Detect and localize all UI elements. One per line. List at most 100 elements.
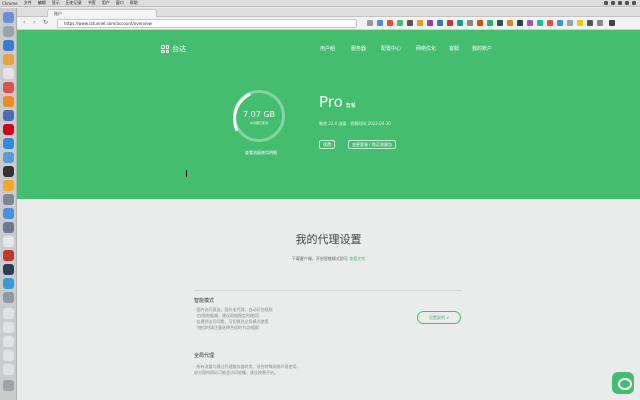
chrome-icon[interactable] [3, 54, 14, 65]
extension-icon[interactable] [387, 20, 393, 26]
bookmark-star-icon[interactable] [367, 20, 373, 26]
menubar-item[interactable]: 帮助 [130, 0, 138, 6]
app-icon[interactable] [3, 180, 14, 191]
folder-icon[interactable] [3, 308, 14, 319]
section-title: 我的代理设置 [295, 233, 362, 246]
nav-item[interactable]: 客服 [449, 45, 459, 52]
menu-icon[interactable] [609, 20, 615, 26]
extension-icon[interactable] [517, 20, 523, 26]
app-icon[interactable] [3, 222, 14, 233]
calendar-icon[interactable] [3, 68, 14, 79]
app-icon[interactable] [3, 194, 14, 205]
setting-text-smart: · 国内访问直连，国外走代理，自动识别规则 （仅限电脑端，建议网络稳定时使用） … [194, 307, 273, 330]
usage-detail-link[interactable]: 查看流量使用明细 [231, 150, 291, 156]
menubar-item[interactable]: 编辑 [38, 0, 46, 6]
status-icon[interactable] [632, 1, 636, 5]
menubar-item[interactable]: 书签 [88, 0, 96, 6]
extension-icon[interactable] [447, 20, 453, 26]
menubar-item[interactable]: 显示 [52, 0, 60, 6]
menubar-item[interactable]: Chrome [2, 1, 18, 6]
extension-icon[interactable] [407, 20, 413, 26]
nav-item[interactable]: 配置中心 [381, 45, 401, 52]
extension-icon[interactable] [557, 20, 563, 26]
folder-icon[interactable] [3, 364, 14, 375]
address-bar[interactable]: https://www.iatunnel.com/account/overvie… [57, 19, 357, 28]
extension-icon[interactable] [397, 20, 403, 26]
nav-item[interactable]: 用户组 [320, 45, 335, 52]
app-icon[interactable] [3, 208, 14, 219]
nav-item[interactable]: 服务器 [351, 45, 366, 52]
extension-icon[interactable] [587, 20, 593, 26]
chat-support-icon[interactable] [612, 372, 634, 394]
app-icon[interactable] [3, 236, 14, 247]
folder-icon[interactable] [3, 322, 14, 333]
plan-meta: 剩余 23.0 流量 · 到期时间 2022-04-30 [319, 121, 391, 126]
menubar-item[interactable]: 窗口 [116, 0, 124, 6]
docs-link[interactable]: 查看文档 [349, 256, 365, 261]
nav-item-my-account[interactable]: 我的账户 [472, 45, 492, 52]
forward-arrow-icon[interactable]: › [33, 20, 35, 26]
extension-icon[interactable] [507, 20, 513, 26]
extension-icon[interactable] [547, 20, 553, 26]
app-icon[interactable] [3, 96, 14, 107]
safari-icon[interactable] [3, 40, 14, 51]
menubar-item[interactable]: 文件 [24, 0, 32, 6]
extension-icon[interactable] [527, 20, 533, 26]
extension-icon[interactable] [477, 20, 483, 26]
extension-icon[interactable] [497, 20, 503, 26]
site-logo[interactable]: 台达 [161, 44, 186, 54]
app-icon[interactable] [3, 292, 14, 303]
extension-icon[interactable] [417, 20, 423, 26]
extension-icon[interactable] [437, 20, 443, 26]
menubar-item[interactable]: 用户 [102, 0, 110, 6]
app-icon[interactable] [3, 124, 14, 135]
app-icon[interactable] [3, 152, 14, 163]
app-icon[interactable] [3, 138, 14, 149]
plan-name: Pro [319, 93, 343, 111]
tab-title: 账户 [54, 11, 62, 16]
logo-text: 台达 [172, 45, 186, 53]
setting-help-button[interactable]: 设置说明 ∨ [417, 311, 461, 324]
extension-icon[interactable] [457, 20, 463, 26]
status-icon[interactable] [604, 1, 608, 5]
extension-icon[interactable] [487, 20, 493, 26]
extension-icon[interactable] [537, 20, 543, 26]
change-plan-button[interactable]: 变更套餐 / 购买流量包 [348, 140, 396, 149]
extension-icon[interactable] [597, 20, 603, 26]
setting-title-smart: 智能模式 [194, 298, 215, 304]
mouse-cursor [186, 170, 189, 177]
url-text: https://www.iatunnel.com/account/overvie… [64, 21, 152, 26]
nav-item[interactable]: 网络优化 [416, 45, 436, 52]
renew-button[interactable]: 续费 [319, 140, 335, 149]
folder-icon[interactable] [3, 336, 14, 347]
extension-icon[interactable] [467, 20, 473, 26]
browser-tab[interactable]: 账户 [47, 9, 157, 17]
browser-tabbar: 账户 [17, 8, 640, 17]
usage-ring: 7.07 GB 本周期已使用 [233, 90, 285, 142]
trash-icon[interactable] [3, 380, 14, 391]
finder-icon[interactable] [3, 12, 14, 23]
setting-text-global: · 所有流量均通过代理服务器转发，适合特殊网络环境使用， 部分国内网站可能会访问… [194, 364, 301, 375]
extension-icon[interactable] [427, 20, 433, 26]
extension-icon[interactable] [577, 20, 583, 26]
app-icon[interactable] [3, 250, 14, 261]
app-icon[interactable] [3, 264, 14, 275]
app-icon[interactable] [3, 110, 14, 121]
setting-title-global: 全局代理 [194, 353, 215, 359]
app-icon[interactable] [3, 82, 14, 93]
app-icon[interactable] [3, 278, 14, 289]
system-menubar: Chrome 文件 编辑 显示 历史记录 书签 用户 窗口 帮助 [0, 0, 640, 7]
browser-toolbar: ‹ › ↻ https://www.iatunnel.com/account/o… [17, 17, 640, 30]
back-arrow-icon[interactable]: ‹ [23, 20, 25, 26]
reload-icon[interactable]: ↻ [43, 20, 48, 26]
status-icon[interactable] [611, 1, 615, 5]
status-icon[interactable] [625, 1, 629, 5]
logo-icon [161, 45, 169, 53]
status-icon[interactable] [618, 1, 622, 5]
terminal-icon[interactable] [3, 166, 14, 177]
extension-icon[interactable] [377, 20, 383, 26]
folder-icon[interactable] [3, 350, 14, 361]
launchpad-icon[interactable] [3, 26, 14, 37]
menubar-item[interactable]: 历史记录 [66, 0, 82, 6]
extension-icon[interactable] [567, 20, 573, 26]
